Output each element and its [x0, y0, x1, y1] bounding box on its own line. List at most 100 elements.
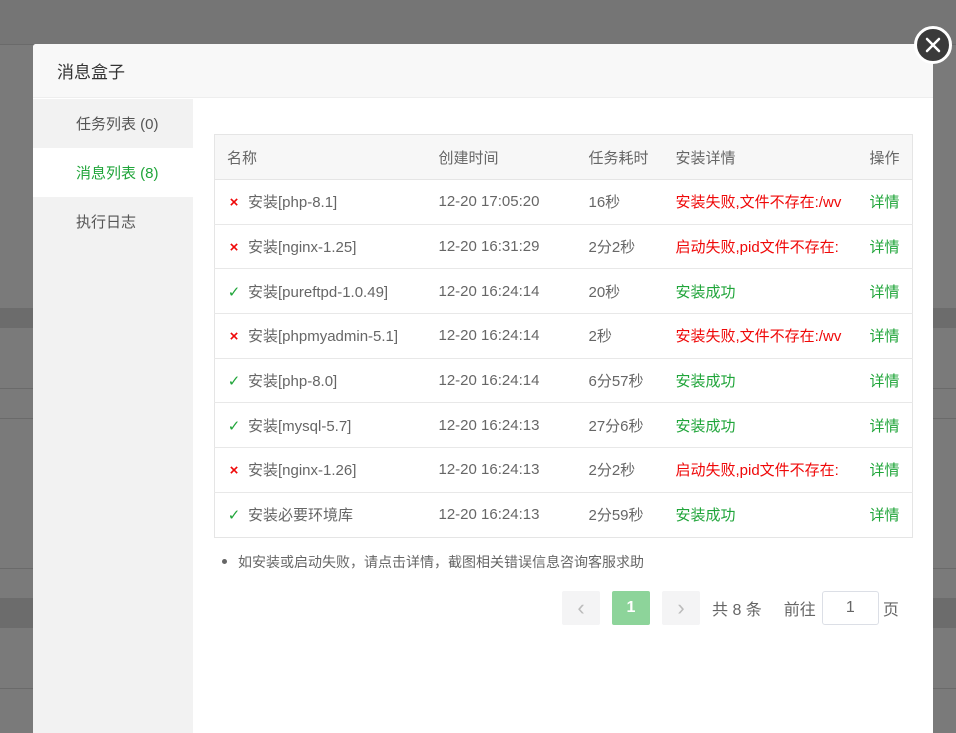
task-name: 安装[nginx-1.26]	[248, 462, 357, 480]
table-row: × 安装[php-8.1] 12-20 17:05:20 16秒 安装失败,文件不存在:…	[214, 179, 913, 225]
total-count: 共 8 条	[712, 602, 762, 619]
cell-duration: 20秒	[576, 268, 664, 315]
cell-created: 12-20 16:24:14	[426, 358, 577, 404]
cell-detail: 安装成功	[663, 358, 858, 404]
close-dialog-button[interactable]	[914, 26, 952, 64]
cross-icon: ×	[229, 462, 239, 480]
task-name: 安装[nginx-1.25]	[248, 239, 357, 257]
table-row: ✓ 安装[pureftpd-1.0.49] 12-20 16:24:14 20秒 安装成…	[214, 268, 913, 315]
dialog-header: 消息盒子	[33, 44, 933, 98]
table-header-row: 名称 创建时间 任务耗时 安装详情 操作	[214, 134, 913, 180]
dialog-title: 消息盒子	[57, 63, 125, 82]
cell-detail: 启动失败,pid文件不存在:	[663, 447, 858, 493]
cell-created: 12-20 16:24:14	[426, 313, 577, 359]
cell-duration: 2秒	[576, 313, 664, 359]
cell-name: × 安装[php-8.1]	[214, 179, 427, 225]
column-header-action: 操作	[857, 134, 913, 180]
cross-icon: ×	[229, 194, 239, 212]
help-note: 如安装或启动失败，请点击详情，截图相关错误信息咨询客服求助	[214, 552, 912, 572]
prev-page-button[interactable]: ‹	[562, 591, 600, 625]
cell-name: × 安装[nginx-1.25]	[214, 224, 427, 270]
cell-action: 详情	[857, 402, 913, 449]
table-row: ✓ 安装[mysql-5.7] 12-20 16:24:13 27分6秒 安装成功 详情	[214, 402, 913, 449]
table-row: × 安装[nginx-1.25] 12-20 16:31:29 2分2秒 启动失败,pi…	[214, 224, 913, 270]
cell-name: × 安装[phpmyadmin-5.1]	[214, 313, 427, 359]
cell-name: ✓ 安装[php-8.0]	[214, 358, 427, 404]
cell-duration: 2分59秒	[588, 507, 644, 525]
detail-link[interactable]: 详情	[870, 328, 900, 345]
cell-detail: 启动失败,pid文件不存在:	[663, 224, 858, 270]
cell-detail: 安装成功	[675, 507, 736, 525]
cell-duration: 16秒	[576, 179, 664, 225]
cell-detail: 安装失败,文件不存在:/wv	[663, 313, 858, 359]
cell-name: ✓ 安装[pureftpd-1.0.49]	[214, 268, 427, 315]
detail-link[interactable]: 详情	[870, 418, 900, 435]
cell-action: 详情	[857, 179, 913, 225]
close-icon	[925, 37, 941, 53]
cell-name: × 安装[nginx-1.26]	[214, 447, 427, 493]
cell-detail: 安装成功	[663, 402, 858, 449]
sidebar-item-message-list[interactable]: 消息列表 (8)	[33, 148, 193, 197]
cell-action: 详情	[858, 492, 913, 537]
check-icon: ✓	[227, 283, 241, 301]
check-icon: ✓	[227, 417, 241, 435]
cell-created: 12-20 16:24:13	[438, 506, 540, 524]
cell-created: 12-20 16:24:13	[426, 402, 577, 449]
check-icon: ✓	[227, 507, 241, 525]
chevron-left-icon: ‹	[577, 595, 585, 620]
cell-detail: 安装成功	[663, 268, 858, 315]
sidebar-item-execution-log[interactable]: 执行日志	[33, 197, 193, 246]
column-header-detail: 安装详情	[663, 134, 858, 180]
detail-link[interactable]: 详情	[870, 239, 900, 256]
cell-duration: 2分2秒	[576, 224, 664, 270]
goto-page-input[interactable]	[821, 591, 879, 625]
cell-duration: 2分2秒	[576, 447, 664, 493]
detail-link[interactable]: 详情	[870, 462, 900, 479]
table-row: × 安装[nginx-1.26] 12-20 16:24:13 2分2秒 启动失败,pi…	[214, 447, 913, 493]
dialog-sidebar: 任务列表 (0) 消息列表 (8) 执行日志	[33, 99, 193, 733]
help-note-text: 如安装或启动失败，请点击详情，截图相关错误信息咨询客服求助	[238, 553, 644, 570]
task-name: 安装[phpmyadmin-5.1]	[248, 328, 399, 346]
message-list-panel: 名称 创建时间 任务耗时 安装详情 操作 × 安装[php-8.1] 12-20 1…	[214, 134, 913, 625]
cross-icon: ×	[229, 239, 239, 257]
cell-action: 详情	[857, 313, 913, 359]
cell-detail: 安装失败,文件不存在:/wv	[663, 179, 858, 225]
cell-name: ✓ 安装必要环境库	[215, 492, 427, 537]
table-row: ✓ 安装[php-8.0] 12-20 16:24:14 6分57秒 安装成功 详情	[214, 358, 913, 404]
cell-action: 详情	[857, 447, 913, 493]
detail-link[interactable]: 详情	[870, 284, 900, 301]
cell-action: 详情	[857, 268, 913, 315]
cell-name: ✓ 安装[mysql-5.7]	[214, 402, 427, 449]
sidebar-item-task-list[interactable]: 任务列表 (0)	[33, 99, 193, 148]
cell-created: 12-20 16:31:29	[426, 224, 577, 270]
cell-action: 详情	[857, 224, 913, 270]
task-name: 安装[php-8.0]	[248, 373, 338, 391]
cross-icon: ×	[229, 328, 239, 346]
table-row: × 安装[phpmyadmin-5.1] 12-20 16:24:14 2秒 安装失败,…	[214, 313, 913, 359]
bullet-icon	[222, 559, 227, 564]
task-name: 安装[php-8.1]	[248, 194, 338, 212]
cell-duration: 6分57秒	[576, 358, 664, 404]
column-header-created: 创建时间	[426, 134, 577, 180]
column-header-duration: 任务耗时	[576, 134, 664, 180]
pagination: ‹ 1 › 共 8 条 前往 页	[562, 591, 899, 625]
task-name: 安装[mysql-5.7]	[248, 417, 352, 435]
page-number-current[interactable]: 1	[612, 591, 650, 625]
check-icon: ✓	[227, 373, 241, 391]
cell-created: 12-20 16:24:13	[426, 447, 577, 493]
message-box-dialog: 消息盒子 任务列表 (0) 消息列表 (8) 执行日志 名称 创建时间 任务耗时…	[33, 44, 933, 733]
cell-action: 详情	[857, 358, 913, 404]
page-suffix: 页	[882, 602, 899, 619]
detail-link[interactable]: 详情	[870, 507, 900, 524]
cell-created: 12-20 16:24:14	[426, 268, 577, 315]
detail-link[interactable]: 详情	[870, 373, 900, 390]
detail-link[interactable]: 详情	[870, 194, 900, 211]
task-name: 安装[pureftpd-1.0.49]	[248, 283, 389, 301]
next-page-button[interactable]: ›	[662, 591, 700, 625]
table-row: ✓ 安装必要环境库 12-20 16:24:13 2分59秒 安装成功 详情	[215, 492, 913, 537]
task-name: 安装必要环境库	[248, 507, 354, 525]
message-table: 名称 创建时间 任务耗时 安装详情 操作 × 安装[php-8.1] 12-20 1…	[214, 134, 913, 538]
chevron-right-icon: ›	[677, 595, 685, 620]
cell-duration: 27分6秒	[576, 402, 664, 449]
cell-created: 12-20 17:05:20	[426, 179, 577, 225]
